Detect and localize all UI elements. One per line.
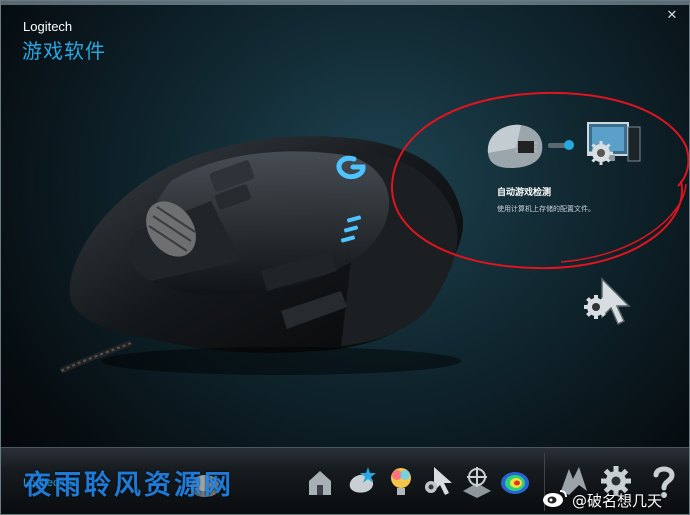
memory-chip-icon bbox=[515, 141, 537, 153]
close-button[interactable]: ✕ bbox=[664, 8, 680, 24]
mouse-icon bbox=[487, 124, 543, 168]
computer-gear-icon bbox=[587, 122, 641, 165]
brand-label: Logitech bbox=[23, 19, 73, 34]
auto-detect-description: 使用计算机上存储的配置文件。 bbox=[497, 205, 595, 213]
logitech-gaming-software-window: Logitech 游戏软件 ✕ 自动游戏检测 使用计算机上存储的配置文件。 Lo… bbox=[0, 0, 690, 515]
heatmap-icon[interactable] bbox=[498, 461, 532, 501]
lighting-bulb-icon[interactable] bbox=[384, 461, 418, 501]
customize-buttons-icon[interactable] bbox=[344, 461, 378, 501]
watermark-text: 夜雨聆风资源网 bbox=[24, 470, 234, 501]
weibo-logo-icon bbox=[543, 490, 567, 507]
app-title: 游戏软件 bbox=[22, 39, 106, 63]
author-credit: @破名想几天 bbox=[572, 492, 663, 510]
customize-pointer-settings-icon[interactable] bbox=[584, 277, 640, 329]
arrow-link-icon bbox=[548, 140, 574, 150]
auto-detect-title: 自动游戏检测 bbox=[497, 188, 552, 198]
pointer-settings-icon[interactable] bbox=[422, 461, 456, 501]
surface-tuning-icon[interactable] bbox=[460, 461, 494, 501]
window-top-edge bbox=[1, 1, 689, 5]
home-icon[interactable] bbox=[303, 461, 337, 501]
